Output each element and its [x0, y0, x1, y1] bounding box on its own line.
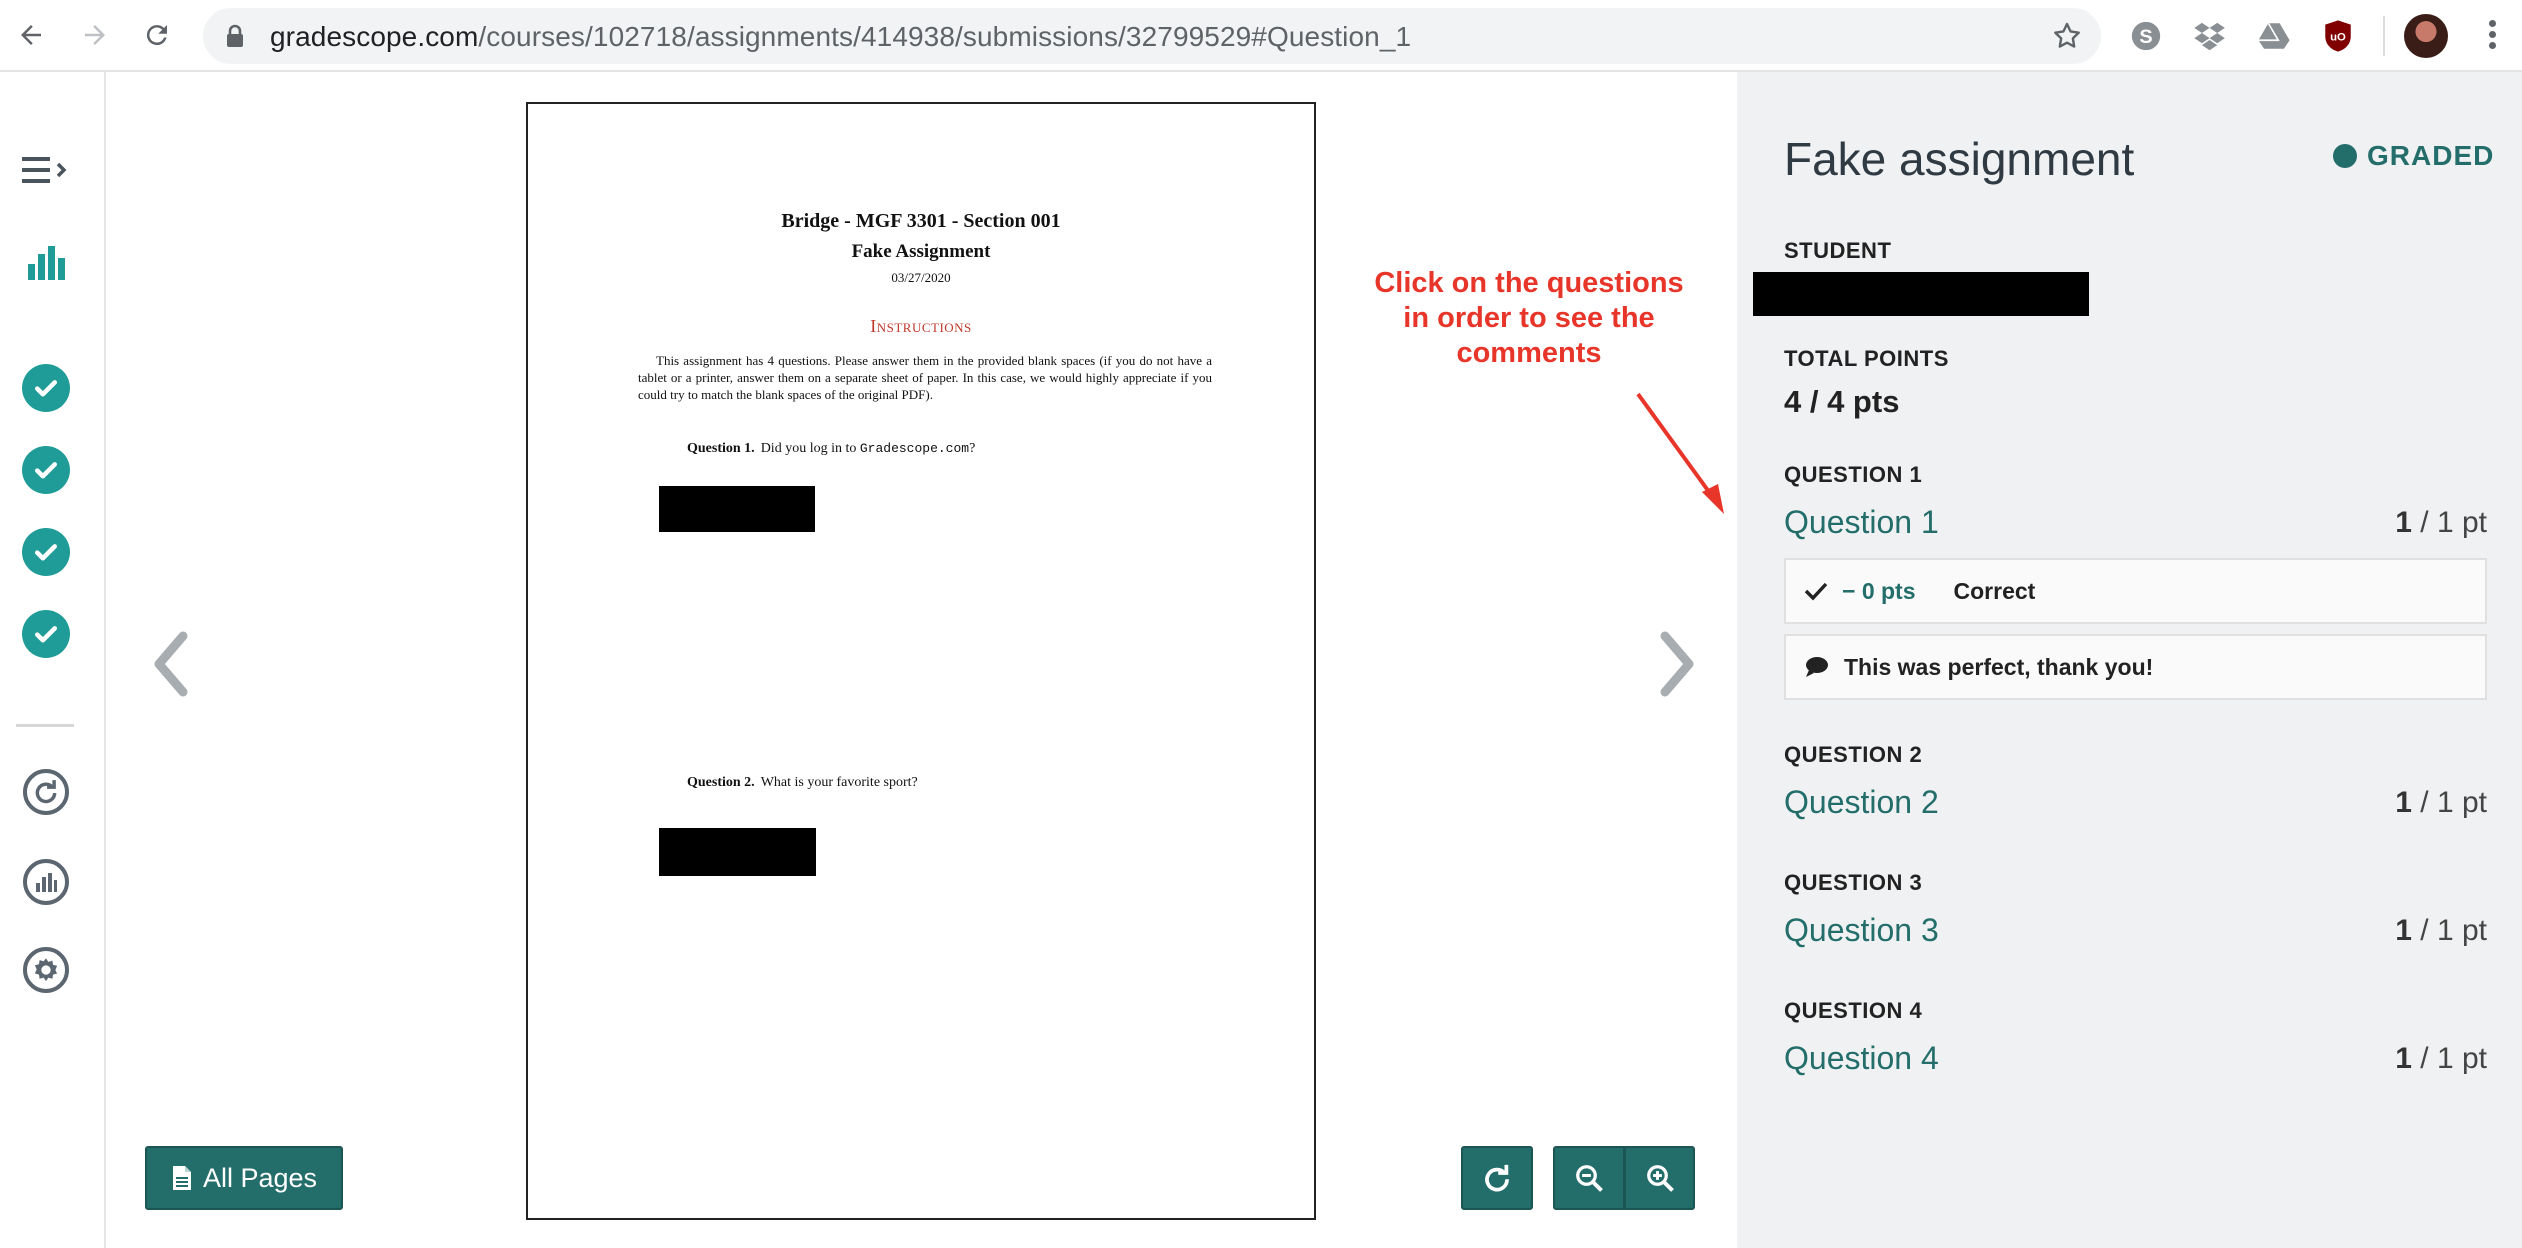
all-pages-button[interactable]: All Pages	[145, 1146, 343, 1210]
question-1-heading: QUESTION 1	[1784, 462, 1923, 487]
ublock-extension-icon[interactable]: uO	[2318, 16, 2358, 56]
question-4-heading: QUESTION 4	[1784, 998, 1923, 1023]
address-bar[interactable]: gradescope.com/courses/102718/assignment…	[203, 8, 2101, 64]
drive-extension-icon[interactable]	[2254, 16, 2294, 56]
instructions-body: This assignment has 4 questions. Please …	[638, 353, 1212, 402]
previous-page-arrow-icon[interactable]	[141, 624, 201, 704]
zoom-controls	[1553, 1146, 1695, 1210]
more-menu-icon[interactable]	[2482, 16, 2502, 56]
rubric-points: − 0 pts	[1842, 577, 1916, 604]
url-text: gradescope.com/courses/102718/assignment…	[270, 21, 1412, 52]
check-icon	[22, 364, 70, 412]
forward-icon[interactable]	[72, 12, 118, 58]
svg-text:uO: uO	[2330, 31, 2346, 43]
profile-avatar[interactable]	[2404, 14, 2448, 58]
comment-bubble-icon	[1806, 657, 1828, 677]
rotate-page-button[interactable]	[1461, 1146, 1533, 1210]
status-badge: GRADED	[2333, 140, 2494, 172]
expand-menu-icon[interactable]	[20, 144, 72, 196]
redacted-student-name	[1753, 272, 2089, 316]
question-4-score: 1 / 1 pt	[2395, 1042, 2487, 1075]
document-title: Bridge - MGF 3301 - Section 001	[781, 210, 1061, 232]
total-points-label: TOTAL POINTS	[1784, 346, 1949, 371]
comment-text: This was perfect, thank you!	[1844, 653, 2154, 680]
status-dot-icon	[2333, 144, 2357, 168]
question-2-status[interactable]	[20, 444, 72, 496]
settings-gear-icon[interactable]	[20, 944, 72, 996]
bookmark-star-icon[interactable]	[2051, 20, 2083, 57]
annotation-arrow-icon	[1632, 388, 1732, 523]
question-4-link[interactable]: Question 4	[1784, 1040, 1939, 1077]
annotation-callout: Click on the questions in order to see t…	[1374, 267, 1684, 369]
redacted-answer-1	[659, 486, 815, 532]
svg-text:S: S	[2139, 26, 2152, 48]
check-icon	[22, 446, 70, 494]
zoom-out-icon	[1576, 1165, 1603, 1192]
submission-page: Bridge - MGF 3301 - Section 001 Fake Ass…	[526, 102, 1316, 1220]
reload-icon[interactable]	[134, 12, 180, 58]
zoom-in-icon	[1646, 1165, 1674, 1192]
document-subtitle: Fake Assignment	[851, 241, 991, 262]
check-icon	[22, 528, 70, 576]
bar-chart-icon[interactable]	[20, 236, 72, 288]
document-icon	[172, 1166, 191, 1190]
assignment-title: Fake assignment	[1784, 133, 2135, 185]
all-pages-label: All Pages	[202, 1162, 318, 1193]
question-2-heading: QUESTION 2	[1784, 742, 1923, 767]
question-4-status[interactable]	[20, 608, 72, 660]
question-1-score: 1 / 1 pt	[2395, 506, 2487, 539]
grading-summary-panel: Fake assignment GRADED STUDENT TOTAL POI…	[1737, 72, 2522, 1248]
instructions-heading: Instructions	[870, 316, 972, 336]
zoom-out-button[interactable]	[1553, 1146, 1624, 1210]
redacted-answer-2	[659, 828, 816, 876]
statistics-icon[interactable]	[20, 856, 72, 908]
lock-icon	[225, 24, 245, 53]
toolbar-divider	[2383, 16, 2385, 56]
sidebar-divider	[16, 724, 74, 727]
dropbox-extension-icon[interactable]	[2190, 16, 2230, 56]
question-2-link[interactable]: Question 2	[1784, 784, 1939, 821]
rubric-item[interactable]: − 0 pts Correct	[1784, 558, 2487, 624]
zoom-in-button[interactable]	[1624, 1146, 1695, 1210]
browser-toolbar: gradescope.com/courses/102718/assignment…	[0, 0, 2522, 72]
question-3-link[interactable]: Question 3	[1784, 912, 1939, 949]
total-points-value: 4 / 4 pts	[1784, 384, 1900, 419]
next-page-arrow-icon[interactable]	[1647, 624, 1707, 704]
question-1-link[interactable]: Question 1	[1784, 504, 1939, 541]
checkmark-icon	[1804, 582, 1828, 601]
back-icon[interactable]	[8, 12, 54, 58]
check-icon	[22, 610, 70, 658]
question-3-status[interactable]	[20, 526, 72, 578]
student-label: STUDENT	[1784, 238, 1892, 263]
grader-comment: This was perfect, thank you!	[1784, 634, 2487, 700]
question-1-status[interactable]	[20, 362, 72, 414]
skype-extension-icon[interactable]: S	[2126, 16, 2166, 56]
question-3-score: 1 / 1 pt	[2395, 914, 2487, 947]
regrade-icon[interactable]	[20, 766, 72, 818]
question-1-prompt: Question 1. Did you log in to Gradescope.…	[687, 441, 976, 456]
rubric-description: Correct	[1953, 577, 2036, 604]
question-2-score: 1 / 1 pt	[2395, 786, 2487, 819]
submission-viewer: Bridge - MGF 3301 - Section 001 Fake Ass…	[107, 72, 1737, 1248]
question-2-prompt: Question 2. What is your favorite sport?	[687, 775, 918, 790]
rotate-icon	[1485, 1164, 1509, 1192]
question-3-heading: QUESTION 3	[1784, 870, 1923, 895]
course-sidebar	[0, 72, 106, 1248]
document-date: 03/27/2020	[891, 270, 951, 285]
